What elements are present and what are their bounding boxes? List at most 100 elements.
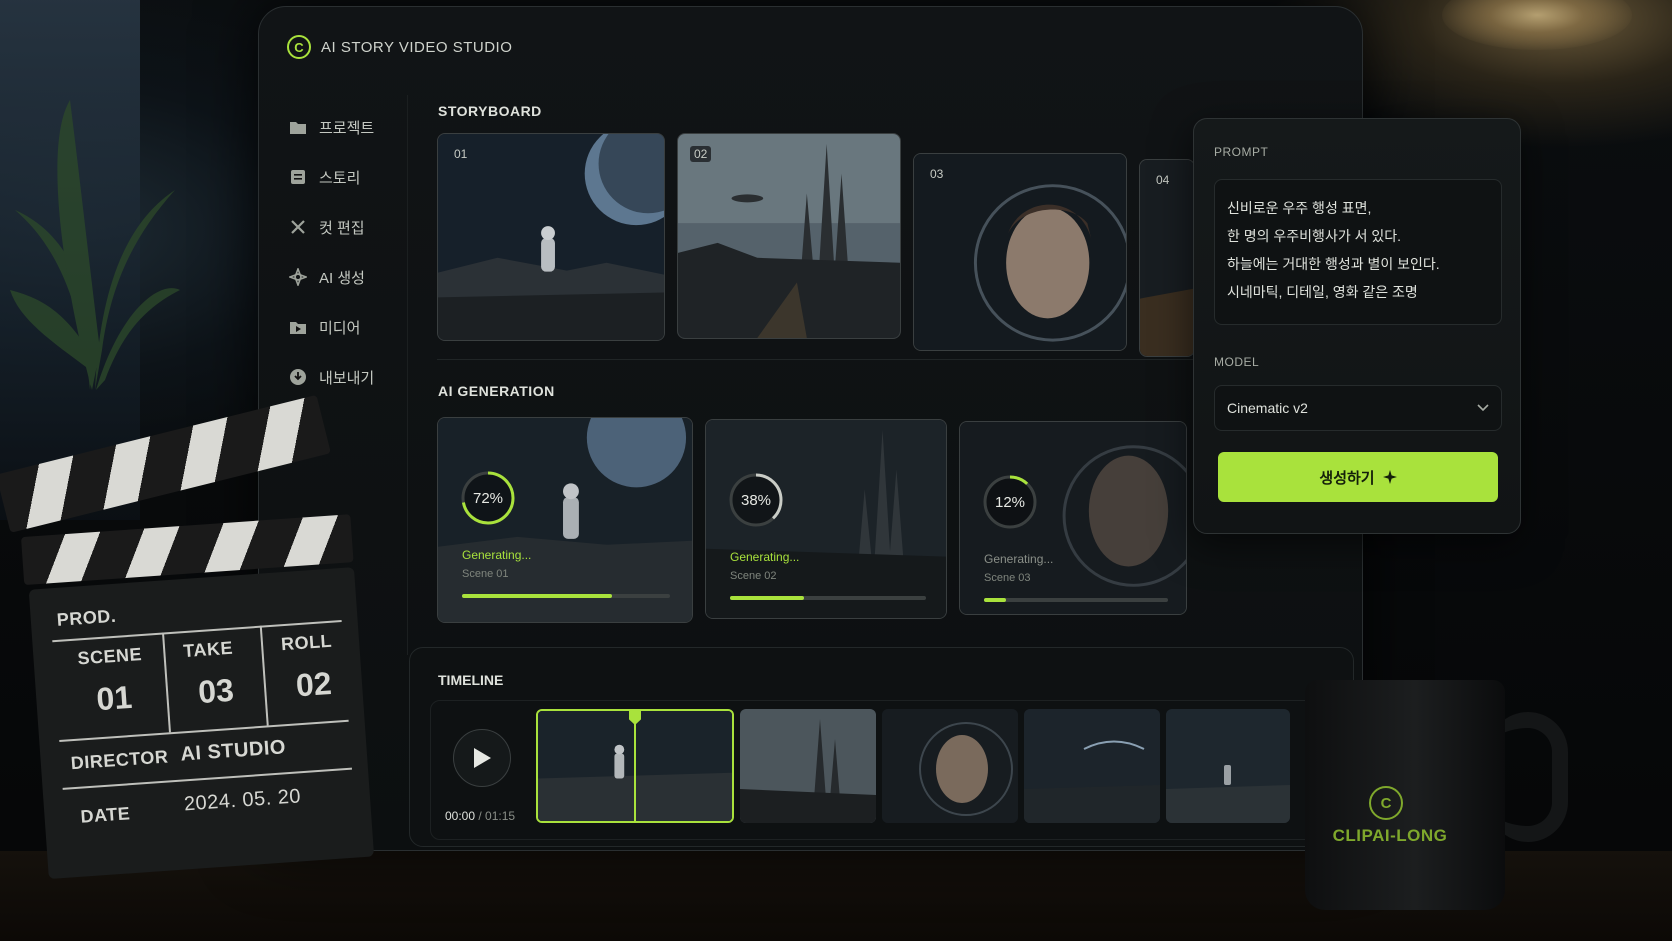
progress-percent: 38% — [740, 491, 772, 509]
sidebar-item-label: 컷 편집 — [319, 219, 365, 237]
storyboard-shot-03[interactable]: 03 — [913, 153, 1127, 351]
sidebar-item-label: 미디어 — [319, 319, 361, 337]
sparkle-icon — [1382, 470, 1397, 484]
roll-label: ROLL — [280, 630, 333, 655]
play-icon — [474, 748, 491, 768]
scissors-icon — [289, 218, 307, 236]
prompt-line: 신비로운 우주 행성 표면, — [1227, 200, 1372, 216]
prompt-line: 하늘에는 거대한 행성과 별이 보인다. — [1227, 256, 1440, 272]
app-header: C AI STORY VIDEO STUDIO — [287, 35, 512, 59]
director-value: AI STUDIO — [179, 736, 287, 766]
progress-bar — [984, 598, 1168, 602]
sidebar-item-label: 내보내기 — [319, 369, 375, 387]
prompt-panel: PROMPT 신비로운 우주 행성 표면, 한 명의 우주비행사가 서 있다. … — [1193, 118, 1521, 534]
clip-thumbnail — [1024, 709, 1160, 823]
generation-scene: Scene 02 — [730, 570, 777, 582]
generation-status: Generating... — [462, 548, 532, 562]
slate-line — [59, 719, 349, 743]
progress-percent: 12% — [994, 493, 1026, 511]
generation-row: 72% Generating... Scene 01 38% Generatin… — [437, 417, 1187, 623]
storyboard-shot-02[interactable]: 02 — [677, 133, 901, 339]
story-icon — [289, 168, 307, 186]
progress-bar — [462, 594, 670, 598]
generation-status: Generating... — [730, 550, 800, 564]
generation-scene: Scene 03 — [984, 572, 1031, 584]
sidebar-item-ai-generate[interactable]: AI 생성 — [289, 252, 407, 302]
folder-icon — [289, 118, 307, 136]
take-label: TAKE — [182, 637, 234, 662]
shot-number: 02 — [690, 146, 712, 162]
generation-status: Generating... — [984, 552, 1054, 566]
mug-logo-icon: C — [1369, 786, 1403, 820]
clapperboard: PROD. SCENE TAKE ROLL 01 03 02 DIRECTOR … — [0, 394, 395, 892]
app-title: AI STORY VIDEO STUDIO — [321, 38, 513, 56]
scene-value: 01 — [95, 678, 134, 718]
sidebar-item-cut-edit[interactable]: 컷 편집 — [289, 202, 407, 252]
date-value: 2024. 05. 20 — [183, 785, 302, 816]
lamp-glow — [1442, 0, 1632, 50]
media-icon — [289, 318, 307, 336]
chevron-down-icon — [1477, 404, 1489, 412]
shot-number: 04 — [1156, 173, 1170, 187]
storyboard-row: 01 02 03 04 — [437, 133, 1195, 357]
plant-decoration — [10, 100, 180, 390]
mug-brand: CLIPAI-LONG — [1332, 826, 1448, 845]
generation-card-01[interactable]: 72% Generating... Scene 01 — [437, 417, 693, 623]
progress-bar-fill — [462, 594, 612, 598]
model-select[interactable]: Cinematic v2 — [1214, 385, 1502, 431]
prompt-label: PROMPT — [1214, 145, 1269, 159]
sidebar-item-export[interactable]: 내보내기 — [289, 352, 407, 402]
prompt-line: 시네마틱, 디테일, 영화 같은 조명 — [1227, 284, 1418, 300]
time-separator: / — [475, 809, 486, 823]
ai-sparkle-icon — [289, 268, 307, 286]
timeline-clips — [536, 709, 1290, 823]
model-label: MODEL — [1214, 355, 1260, 369]
progress-bar — [730, 596, 926, 600]
take-value: 03 — [196, 671, 236, 711]
sidebar-item-label: AI 생성 — [319, 269, 365, 287]
sidebar-item-label: 스토리 — [319, 169, 361, 187]
storyboard-shot-01[interactable]: 01 — [437, 133, 665, 341]
timeline-title: TIMELINE — [438, 672, 504, 688]
timeline-clip-05[interactable] — [1166, 709, 1290, 823]
date-label: DATE — [79, 803, 131, 827]
progress-bar-fill — [984, 598, 1007, 602]
astronaut-portrait-image — [914, 154, 1126, 350]
app-logo-icon: C — [287, 35, 311, 59]
clapper-slate: PROD. SCENE TAKE ROLL 01 03 02 DIRECTOR … — [28, 567, 375, 880]
generation-scene: Scene 01 — [462, 568, 509, 580]
astronaut-planet-image — [438, 134, 664, 340]
sidebar-item-label: 프로젝트 — [319, 119, 375, 137]
sidebar-nav: 프로젝트 스토리 컷 편집 AI 생성 미디어 내보내기 — [289, 102, 407, 402]
timeline-clip-04[interactable] — [1024, 709, 1160, 823]
sidebar-item-media[interactable]: 미디어 — [289, 302, 407, 352]
generate-button-label: 생성하기 — [1319, 469, 1375, 487]
generate-button[interactable]: 생성하기 — [1218, 452, 1498, 502]
generation-card-02[interactable]: 38% Generating... Scene 02 — [705, 419, 947, 619]
playhead[interactable] — [634, 711, 636, 821]
timeline-track: 00:00 / 01:15 — [430, 700, 1345, 840]
director-label: DIRECTOR — [70, 746, 170, 774]
shot-04-image — [1140, 160, 1194, 356]
clip-thumbnail — [740, 709, 876, 823]
progress-bar-fill — [730, 596, 805, 600]
sidebar-item-project[interactable]: 프로젝트 — [289, 102, 407, 152]
timeline-clip-03[interactable] — [882, 709, 1018, 823]
prompt-textarea[interactable]: 신비로운 우주 행성 표면, 한 명의 우주비행사가 서 있다. 하늘에는 거대… — [1214, 179, 1502, 325]
play-button[interactable] — [453, 729, 511, 787]
prod-label: PROD. — [56, 605, 117, 630]
coffee-mug — [1305, 680, 1505, 910]
futuristic-city-image — [678, 134, 900, 338]
clip-thumbnail — [882, 709, 1018, 823]
generation-card-03[interactable]: 12% Generating... Scene 03 — [959, 421, 1187, 615]
timeline-clip-02[interactable] — [740, 709, 876, 823]
total-time: 01:15 — [485, 809, 516, 823]
scene-label: SCENE — [76, 644, 143, 669]
progress-percent: 72% — [472, 489, 504, 507]
timecode: 00:00 / 01:15 — [445, 809, 515, 823]
model-select-value: Cinematic v2 — [1227, 400, 1308, 416]
timeline-clip-01[interactable] — [536, 709, 734, 823]
storyboard-shot-04[interactable]: 04 — [1139, 159, 1195, 357]
shot-number: 03 — [930, 167, 944, 181]
sidebar-item-story[interactable]: 스토리 — [289, 152, 407, 202]
